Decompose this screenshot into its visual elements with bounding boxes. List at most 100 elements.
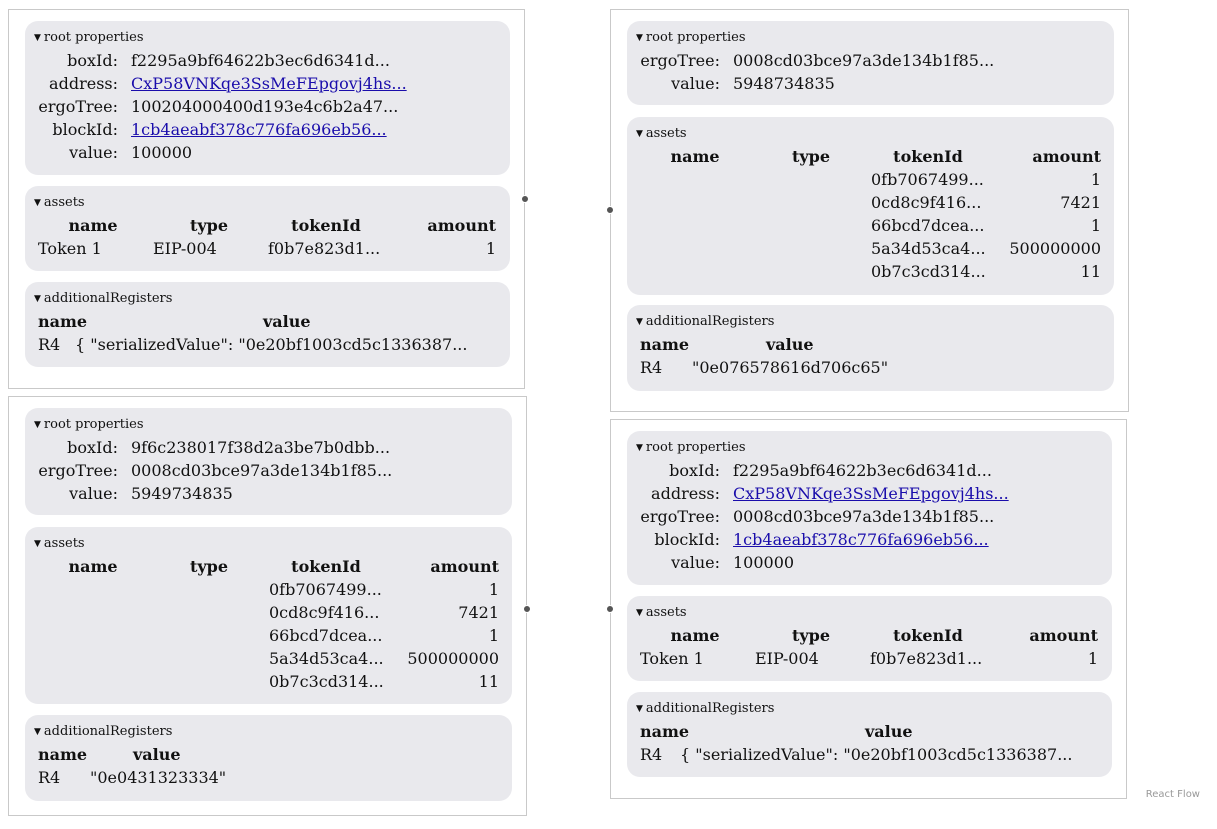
register-name-cell: R4 <box>640 745 663 764</box>
register-name-cell: R4 <box>640 358 663 377</box>
additional-registers-section: ▼ additionalRegisters name value R4 { "se… <box>25 282 510 367</box>
assets-toggle[interactable]: ▼ assets <box>34 536 85 553</box>
react-flow-attribution[interactable]: React Flow <box>1146 789 1200 800</box>
col-header-name: name <box>670 147 720 166</box>
col-header-name: name <box>68 557 118 576</box>
root-properties-section: ▼ root properties boxId: 9f6c238017f38d2a… <box>25 408 512 515</box>
additional-registers-toggle[interactable]: ▼ additionalRegisters <box>34 724 172 741</box>
collapse-triangle-icon: ▼ <box>636 704 643 714</box>
boxid-value: 9f6c238017f38d2a3be7b0dbb... <box>131 438 391 457</box>
source-handle[interactable] <box>523 605 531 613</box>
value-value: 100000 <box>131 143 193 162</box>
col-header-tokenid: tokenId <box>893 626 963 645</box>
root-properties-toggle[interactable]: ▼ root properties <box>636 30 746 47</box>
collapse-triangle-icon: ▼ <box>34 294 41 304</box>
blockid-label: blockId: <box>654 530 720 549</box>
root-properties-section: ▼ root properties boxId: f2295a9bf64622b3… <box>627 431 1112 585</box>
boxid-value: f2295a9bf64622b3ec6d6341d... <box>131 51 390 70</box>
register-value-cell: "0e0431323334" <box>90 768 227 787</box>
address-link[interactable]: CxP58VNKqe3SsMeFEpgovj4hs... <box>131 74 407 94</box>
reg-header-name: name <box>640 722 690 741</box>
asset-amount-cell: 1 <box>1090 216 1101 235</box>
ergotree-label: ergoTree: <box>38 461 118 480</box>
boxid-label: boxId: <box>67 51 118 70</box>
asset-name-cell: Token 1 <box>640 649 704 668</box>
col-header-type: type <box>189 557 229 576</box>
collapse-triangle-icon: ▼ <box>636 129 643 139</box>
root-properties-section: ▼ root properties ergoTree: 0008cd03bce97… <box>627 21 1114 105</box>
col-header-tokenid: tokenId <box>291 216 361 235</box>
value-value: 5948734835 <box>733 74 835 93</box>
collapse-triangle-icon: ▼ <box>636 33 643 43</box>
asset-amount-cell: 1 <box>1087 649 1098 668</box>
value-label: value: <box>69 143 118 162</box>
asset-amount-cell: 1 <box>488 626 499 645</box>
additional-registers-section: ▼ additionalRegisters name value R4 "0e04… <box>25 715 512 801</box>
register-name-cell: R4 <box>38 768 61 787</box>
asset-amount-cell: 7421 <box>458 603 499 622</box>
address-label: address: <box>49 74 118 93</box>
asset-tokenid-cell: 0fb7067499... <box>871 170 984 189</box>
col-header-amount: amount <box>1032 147 1101 166</box>
asset-amount-cell: 1 <box>488 580 499 599</box>
register-value-cell: { "serializedValue": "0e20bf1003cd5c1336… <box>75 335 468 354</box>
asset-tokenid-cell: 66bcd7dcea... <box>269 626 383 645</box>
box-node-output-1[interactable]: ▼ root properties ergoTree: 0008cd03bce97… <box>610 9 1129 412</box>
asset-amount-cell: 1 <box>485 239 496 258</box>
ergotree-value: 0008cd03bce97a3de134b1f85... <box>131 461 393 480</box>
value-label: value: <box>69 484 118 503</box>
additional-registers-toggle[interactable]: ▼ additionalRegisters <box>636 701 774 718</box>
assets-toggle[interactable]: ▼ assets <box>34 195 85 212</box>
asset-amount-cell: 500000000 <box>1009 239 1101 258</box>
col-header-tokenid: tokenId <box>893 147 963 166</box>
boxid-value: f2295a9bf64622b3ec6d6341d... <box>733 461 992 480</box>
address-label: address: <box>651 484 720 503</box>
asset-amount-cell: 7421 <box>1060 193 1101 212</box>
box-node-input-2[interactable]: ▼ root properties boxId: 9f6c238017f38d2a… <box>8 396 527 816</box>
col-header-amount: amount <box>1029 626 1098 645</box>
boxid-label: boxId: <box>67 438 118 457</box>
asset-tokenid-cell: 0cd8c9f416... <box>269 603 380 622</box>
asset-amount-cell: 500000000 <box>407 649 499 668</box>
source-handle[interactable] <box>521 195 529 203</box>
root-properties-toggle[interactable]: ▼ root properties <box>636 440 746 457</box>
asset-tokenid-cell: 0b7c3cd314... <box>269 672 384 691</box>
collapse-triangle-icon: ▼ <box>34 198 41 208</box>
asset-amount-cell: 11 <box>1080 262 1101 281</box>
blockid-link[interactable]: 1cb4aeabf378c776fa696eb56... <box>733 530 989 550</box>
value-label: value: <box>671 74 720 93</box>
blockid-label: blockId: <box>52 120 118 139</box>
asset-tokenid-cell: 5a34d53ca4... <box>871 239 986 258</box>
reg-header-name: name <box>38 312 88 331</box>
asset-type-cell: EIP-004 <box>755 649 819 668</box>
assets-toggle[interactable]: ▼ assets <box>636 605 687 622</box>
collapse-triangle-icon: ▼ <box>34 420 41 430</box>
col-header-amount: amount <box>427 216 496 235</box>
reg-header-value: value <box>133 745 181 764</box>
address-link[interactable]: CxP58VNKqe3SsMeFEpgovj4hs... <box>733 484 1009 504</box>
asset-amount-cell: 11 <box>478 672 499 691</box>
reg-header-name: name <box>640 335 690 354</box>
register-value-cell: "0e076578616d706c65" <box>692 358 889 377</box>
ergotree-value: 100204000400d193e4c6b2a47... <box>131 97 399 116</box>
assets-toggle[interactable]: ▼ assets <box>636 126 687 143</box>
reg-header-value: value <box>766 335 814 354</box>
blockid-link[interactable]: 1cb4aeabf378c776fa696eb56... <box>131 120 387 140</box>
assets-section: ▼ assets name type tokenId amount 0fb7067… <box>25 527 512 704</box>
additional-registers-toggle[interactable]: ▼ additionalRegisters <box>34 291 172 308</box>
asset-tokenid-cell: f0b7e823d1... <box>268 239 381 258</box>
asset-tokenid-cell: 0fb7067499... <box>269 580 382 599</box>
collapse-triangle-icon: ▼ <box>636 317 643 327</box>
root-properties-toggle[interactable]: ▼ root properties <box>34 417 144 434</box>
target-handle[interactable] <box>606 605 614 613</box>
box-node-output-2[interactable]: ▼ root properties boxId: f2295a9bf64622b3… <box>610 419 1127 799</box>
asset-tokenid-cell: 0b7c3cd314... <box>871 262 986 281</box>
assets-section: ▼ assets name type tokenId amount Token 1… <box>25 186 510 271</box>
box-node-input-1[interactable]: ▼ root properties boxId: f2295a9bf64622b3… <box>8 9 525 389</box>
register-name-cell: R4 <box>38 335 61 354</box>
target-handle[interactable] <box>606 206 614 214</box>
register-value-cell: { "serializedValue": "0e20bf1003cd5c1336… <box>680 745 1073 764</box>
additional-registers-toggle[interactable]: ▼ additionalRegisters <box>636 314 774 331</box>
root-properties-toggle[interactable]: ▼ root properties <box>34 30 144 47</box>
asset-type-cell: EIP-004 <box>153 239 217 258</box>
